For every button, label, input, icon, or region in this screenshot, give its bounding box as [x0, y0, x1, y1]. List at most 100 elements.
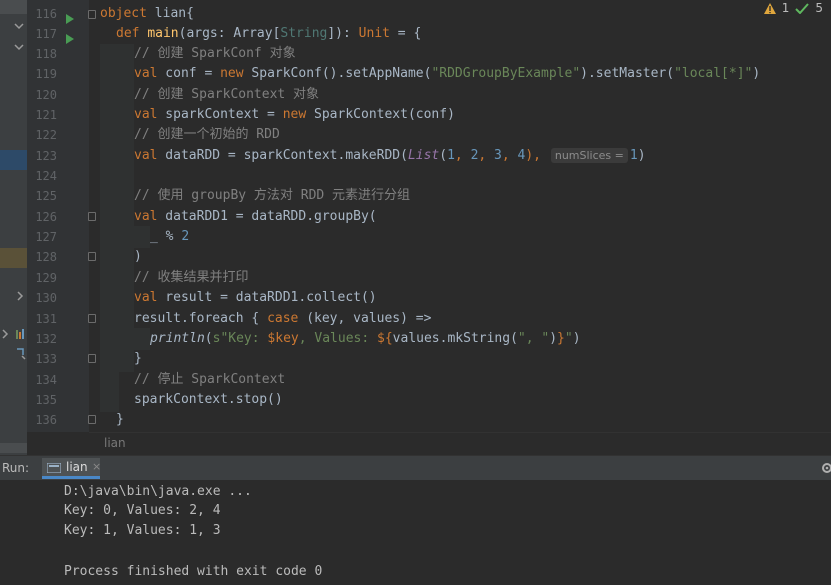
- fold-marker-icon[interactable]: [88, 252, 96, 261]
- string-literal: s"Key:: [212, 331, 268, 346]
- chevron-right-icon[interactable]: [0, 288, 27, 302]
- code-line-130[interactable]: val result = dataRDD1.collect(): [134, 288, 377, 308]
- line-number: 123: [35, 149, 57, 163]
- close-icon[interactable]: ×: [92, 460, 101, 473]
- code-text: SparkConf().setAppName(: [243, 66, 432, 81]
- type-name: Array: [233, 26, 273, 41]
- interpolation: }: [557, 331, 565, 346]
- code-text: dataRDD = sparkContext.makeRDD(: [157, 148, 408, 163]
- interpolation: ${: [377, 331, 393, 346]
- inspections-widget[interactable]: 1 5: [763, 0, 823, 16]
- code-text: result = dataRDD1.collect(): [157, 290, 377, 305]
- keyword: object: [100, 6, 147, 21]
- console-line: D:\java\bin\java.exe ...: [64, 484, 252, 499]
- line-number: 136: [35, 413, 57, 427]
- code-line-121[interactable]: val sparkContext = new SparkContext(conf…: [134, 105, 455, 125]
- code-line-134[interactable]: // 停止 SparkContext: [134, 370, 285, 390]
- warning-icon: [763, 2, 776, 14]
- number-literal: 1: [629, 148, 638, 163]
- fold-marker-icon[interactable]: [88, 10, 96, 19]
- scratch-icon[interactable]: [0, 346, 27, 360]
- line-number: 125: [35, 189, 57, 203]
- line-number: 131: [35, 312, 57, 326]
- interpolation: $key: [267, 331, 299, 346]
- code-line-135[interactable]: sparkContext.stop(): [134, 390, 283, 410]
- line-number: 118: [35, 47, 57, 61]
- code-line-120[interactable]: // 创建 SparkContext 对象: [134, 85, 319, 105]
- tab-lian[interactable]: lian ×: [42, 458, 101, 479]
- console-line: Key: 0, Values: 2, 4: [64, 503, 221, 518]
- fold-marker-icon[interactable]: [88, 212, 96, 221]
- line-number: 133: [35, 352, 57, 366]
- selected-tree-row[interactable]: [0, 150, 27, 170]
- run-label: Run:: [2, 461, 30, 475]
- code-line-132[interactable]: println(s"Key: $key, Values: ${values.mk…: [150, 329, 581, 349]
- check-icon: [795, 2, 810, 14]
- chevron-down-icon[interactable]: [0, 18, 27, 32]
- function-name: List: [407, 148, 440, 163]
- code-line-136[interactable]: }: [116, 410, 124, 430]
- code-text: SparkContext(conf): [306, 107, 455, 122]
- code-text: conf =: [157, 66, 221, 81]
- line-number: 116: [35, 7, 57, 21]
- fold-marker-icon[interactable]: [88, 314, 96, 323]
- tab-label: lian: [66, 460, 88, 474]
- keyword: case: [267, 311, 299, 326]
- code-line-123[interactable]: val dataRDD = sparkContext.makeRDD(List(…: [134, 146, 646, 166]
- comma: ),: [525, 148, 549, 163]
- fold-marker-icon[interactable]: [88, 354, 96, 363]
- code-line-116[interactable]: object lian{: [100, 4, 194, 24]
- line-number: 130: [35, 291, 57, 305]
- code-line-122[interactable]: // 创建一个初始的 RDD: [134, 125, 280, 145]
- keyword: new: [220, 66, 244, 81]
- code-line-133[interactable]: }: [134, 349, 142, 369]
- chevron-down-icon[interactable]: [0, 38, 27, 51]
- keyword: val: [134, 290, 158, 305]
- line-number: 120: [35, 88, 57, 102]
- indent-shade: [119, 44, 134, 372]
- code-text: values.mkString(: [392, 331, 518, 346]
- console-icon: [47, 463, 61, 473]
- code-line-117[interactable]: def main(args: Array[String]): Unit = {: [116, 24, 421, 44]
- keyword: new: [282, 107, 307, 122]
- string-literal: "RDDGroupByExample": [431, 66, 581, 81]
- line-number: 135: [35, 393, 57, 407]
- run-main-icon[interactable]: [65, 29, 75, 44]
- console-line: Key: 1, Values: 1, 3: [64, 523, 221, 538]
- chevron-right-icon[interactable]: [0, 326, 27, 340]
- code-line-127[interactable]: _ % 2: [150, 227, 189, 247]
- console-output[interactable]: D:\java\bin\java.exe ... Key: 0, Values:…: [0, 480, 831, 585]
- line-number: 122: [35, 128, 57, 142]
- run-object-icon[interactable]: [65, 9, 75, 24]
- function-name: main: [147, 26, 179, 41]
- code-text: ): [637, 148, 646, 163]
- code-line-125[interactable]: // 使用 groupBy 方法对 RDD 元素进行分组: [134, 186, 410, 206]
- code-text: ).setMaster(: [580, 66, 675, 81]
- ok-count: 5: [815, 1, 823, 15]
- line-number: 117: [35, 27, 57, 41]
- line-number: 119: [35, 67, 57, 81]
- code-text: _ %: [150, 229, 182, 244]
- line-number: 128: [35, 250, 57, 264]
- comma: ,: [478, 148, 495, 163]
- horizontal-scrollbar[interactable]: [0, 443, 27, 453]
- keyword: val: [134, 66, 158, 81]
- code-line-131[interactable]: result.foreach { case (key, values) =>: [134, 309, 431, 329]
- highlighted-tree-row[interactable]: [0, 248, 27, 268]
- code-line-126[interactable]: val dataRDD1 = dataRDD.groupBy(: [134, 207, 377, 227]
- code-text: (: [439, 148, 448, 163]
- fold-marker-icon[interactable]: [88, 415, 96, 424]
- code-line-129[interactable]: // 收集结果并打印: [134, 268, 248, 288]
- keyword: def: [116, 26, 148, 41]
- type-name: Unit: [358, 26, 390, 41]
- code-text: lian{: [146, 6, 194, 21]
- code-line-118[interactable]: // 创建 SparkConf 对象: [134, 44, 296, 64]
- console-line: Process finished with exit code 0: [64, 564, 323, 579]
- indent-shade: [134, 328, 150, 350]
- breadcrumb: lian: [89, 432, 831, 455]
- gear-icon[interactable]: [819, 461, 831, 475]
- indent-shade: [100, 44, 119, 412]
- code-line-119[interactable]: val conf = new SparkConf().setAppName("R…: [134, 64, 760, 84]
- breadcrumb-item[interactable]: lian: [104, 436, 126, 450]
- code-line-128[interactable]: ): [134, 247, 142, 267]
